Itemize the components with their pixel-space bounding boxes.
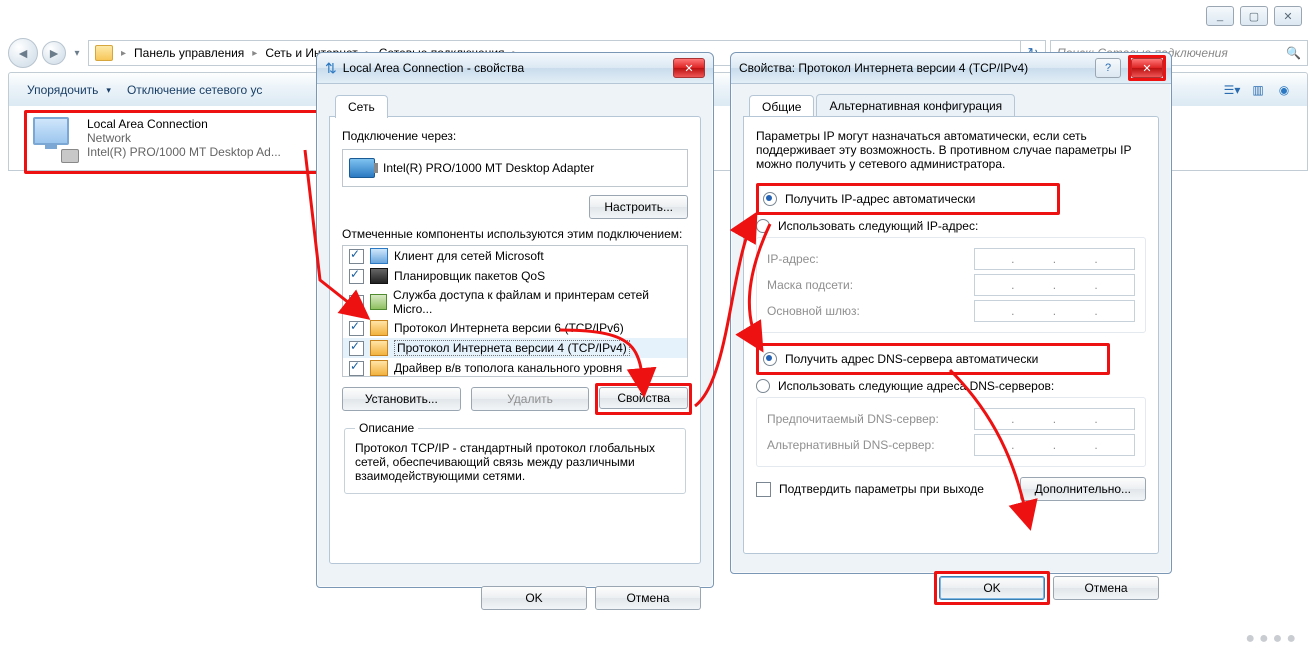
organize-menu[interactable]: Упорядочить — [19, 77, 119, 103]
chevron-right-icon: ▸ — [248, 48, 261, 59]
dialog-title: Свойства: Протокол Интернета версии 4 (T… — [739, 61, 1028, 75]
confirm-label: Подтвердить параметры при выходе — [779, 482, 984, 496]
dialog-close-button[interactable]: ✕ — [1131, 58, 1163, 78]
list-item-selected[interactable]: Протокол Интернета версии 4 (TCP/IPv4) — [343, 338, 687, 358]
breadcrumb[interactable]: Панель управления — [134, 46, 244, 60]
properties-button[interactable]: Свойства — [599, 387, 688, 409]
gateway-label: Основной шлюз: — [767, 304, 966, 318]
view-options-button[interactable]: ☰▾ — [1219, 78, 1245, 102]
cancel-button[interactable]: Отмена — [1053, 576, 1159, 600]
ipv4-properties-dialog: Свойства: Протокол Интернета версии 4 (T… — [730, 52, 1172, 574]
scheduler-icon — [370, 268, 388, 284]
connected-via-label: Подключение через: — [342, 129, 688, 143]
gateway-field: ... — [974, 300, 1135, 322]
dns-alt-label: Альтернативный DNS-сервер: — [767, 438, 966, 452]
preview-pane-button[interactable]: ▥ — [1245, 78, 1271, 102]
ok-button[interactable]: OK — [939, 576, 1045, 600]
dialog-help-button[interactable]: ? — [1095, 58, 1121, 78]
connection-adapter: Intel(R) PRO/1000 MT Desktop Ad... — [87, 145, 281, 159]
protocol-icon — [370, 360, 388, 376]
minimize-button[interactable]: _ — [1206, 6, 1234, 26]
radio-icon[interactable] — [763, 352, 777, 366]
checkbox-icon[interactable] — [349, 269, 364, 284]
adapter-name: Intel(R) PRO/1000 MT Desktop Adapter — [383, 161, 594, 175]
close-button[interactable]: ✕ — [1274, 6, 1302, 26]
checkbox-icon[interactable] — [349, 295, 364, 310]
tab-alt-config[interactable]: Альтернативная конфигурация — [816, 94, 1015, 117]
dns-pref-label: Предпочитаемый DNS-сервер: — [767, 412, 966, 426]
protocol-icon — [370, 320, 388, 336]
radio-icon[interactable] — [756, 219, 770, 233]
intro-text: Параметры IP могут назначаться автоматич… — [756, 129, 1146, 171]
disable-device-button[interactable]: Отключение сетевого ус — [119, 77, 270, 103]
description-text: Протокол TCP/IP - стандартный протокол г… — [355, 441, 675, 483]
checkbox-icon[interactable] — [349, 249, 364, 264]
folder-icon — [95, 45, 113, 61]
subnet-mask-field: ... — [974, 274, 1135, 296]
service-icon — [370, 294, 387, 310]
list-item[interactable]: Клиент для сетей Microsoft — [343, 246, 687, 266]
connection-properties-dialog: ⇅ Local Area Connection - свойства ✕ Сет… — [316, 52, 714, 588]
net-connection-tile[interactable]: Local Area Connection Network Intel(R) P… — [24, 110, 320, 174]
ip-address-field: ... — [974, 248, 1135, 270]
subnet-mask-label: Маска подсети: — [767, 278, 966, 292]
help-button[interactable]: ◉ — [1271, 78, 1297, 102]
components-label: Отмеченные компоненты используются этим … — [342, 227, 688, 241]
checkbox-icon[interactable] — [349, 321, 364, 336]
protocol-icon — [370, 340, 388, 356]
description-group: Описание Протокол TCP/IP - стандартный п… — [344, 421, 686, 494]
dialog-close-button[interactable]: ✕ — [673, 58, 705, 78]
network-adapter-icon — [33, 117, 77, 161]
checkbox-icon[interactable] — [349, 341, 364, 356]
client-icon — [370, 248, 388, 264]
window-controls: _ ▢ ✕ — [1206, 6, 1302, 26]
nav-forward-button[interactable]: ► — [42, 41, 66, 65]
component-list[interactable]: Клиент для сетей Microsoft Планировщик п… — [342, 245, 688, 377]
list-item[interactable]: Служба доступа к файлам и принтерам сете… — [343, 286, 687, 318]
network-adapter-icon: ⇅ — [325, 60, 337, 77]
watermark-dots: ●●●● — [1245, 630, 1300, 648]
dns-alt-field: ... — [974, 434, 1135, 456]
tab-general[interactable]: Общие — [749, 95, 814, 118]
remove-button: Удалить — [471, 387, 590, 411]
connection-name: Local Area Connection — [87, 117, 281, 131]
radio-icon[interactable] — [763, 192, 777, 206]
ok-button[interactable]: OK — [481, 586, 587, 610]
nic-icon — [349, 158, 375, 178]
radio-dns-auto[interactable]: Получить адрес DNS-сервера автоматически — [763, 352, 1103, 366]
description-legend: Описание — [355, 421, 418, 435]
cancel-button[interactable]: Отмена — [595, 586, 701, 610]
search-icon: 🔍 — [1280, 46, 1307, 60]
nav-history-dropdown[interactable]: ▾ — [70, 39, 84, 67]
list-item[interactable]: Протокол Интернета версии 6 (TCP/IPv6) — [343, 318, 687, 338]
ip-address-label: IP-адрес: — [767, 252, 966, 266]
checkbox-icon[interactable] — [349, 361, 364, 376]
dialog-title: Local Area Connection - свойства — [343, 61, 524, 75]
install-button[interactable]: Установить... — [342, 387, 461, 411]
dns-pref-field: ... — [974, 408, 1135, 430]
connection-status: Network — [87, 131, 281, 145]
radio-ip-manual[interactable]: Использовать следующий IP-адрес: — [756, 219, 1146, 233]
nav-back-button[interactable]: ◄ — [8, 38, 38, 68]
list-item[interactable]: Драйвер в/в тополога канального уровня — [343, 358, 687, 377]
tab-network[interactable]: Сеть — [335, 95, 388, 118]
maximize-button[interactable]: ▢ — [1240, 6, 1268, 26]
radio-ip-auto[interactable]: Получить IP-адрес автоматически — [763, 192, 1053, 206]
advanced-button[interactable]: Дополнительно... — [1020, 477, 1146, 501]
configure-button[interactable]: Настроить... — [589, 195, 688, 219]
radio-icon[interactable] — [756, 379, 770, 393]
confirm-checkbox[interactable] — [756, 482, 771, 497]
radio-dns-manual[interactable]: Использовать следующие адреса DNS-сервер… — [756, 379, 1146, 393]
chevron-right-icon: ▸ — [117, 48, 130, 59]
list-item[interactable]: Планировщик пакетов QoS — [343, 266, 687, 286]
